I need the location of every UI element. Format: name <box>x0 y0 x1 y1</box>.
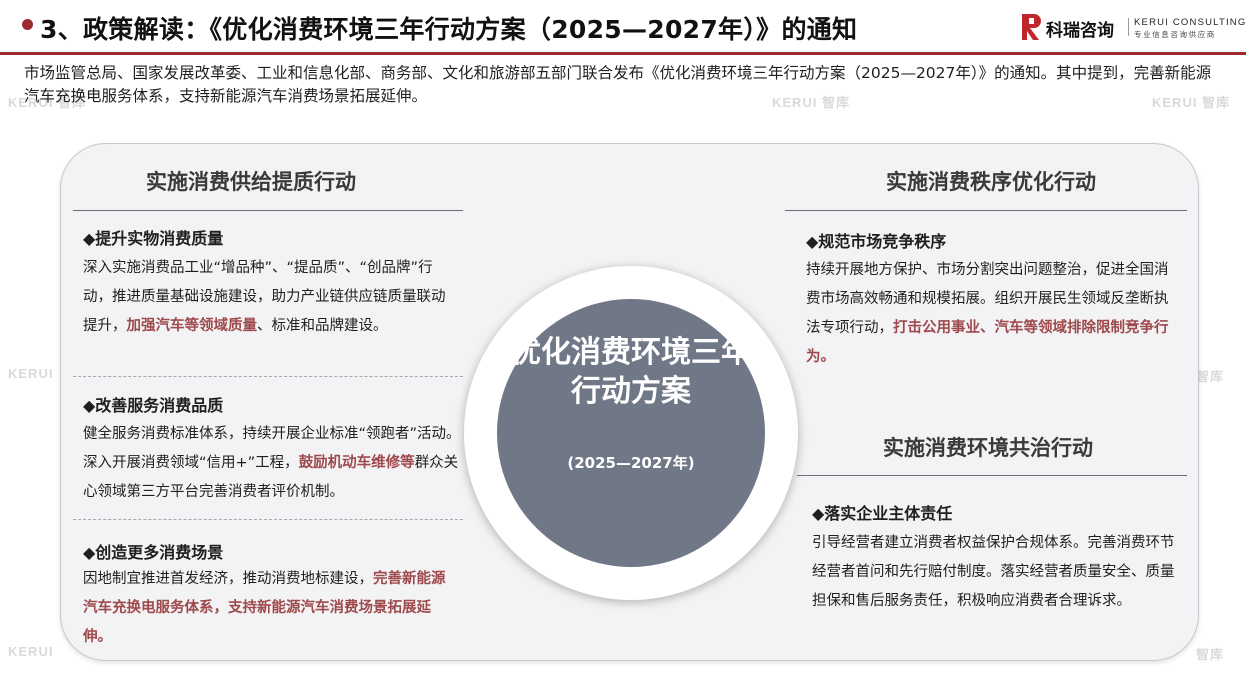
center-title: 优化消费环境三年行动方案 <box>511 335 751 409</box>
right-bottom-heading: 实施消费环境共治行动 <box>883 436 1093 460</box>
watermark: KERUI <box>8 366 54 381</box>
item-divider <box>73 376 463 377</box>
page-title: 3、政策解读：《优化消费环境三年行动方案（2025—2027年）》的通知 <box>40 15 858 44</box>
item-divider <box>73 519 463 520</box>
item-text: 因地制宜推进首发经济，推动消费地标建设，完善新能源汽车充换电服务体系，支持新能源… <box>83 571 446 645</box>
logo-english-name: KERUI CONSULTING <box>1134 17 1246 28</box>
watermark: 智库 <box>1196 369 1225 384</box>
right-top-heading: 实施消费秩序优化行动 <box>886 170 1096 194</box>
logo-tagline: 专业信息咨询供应商 <box>1134 30 1216 39</box>
title-bullet-icon <box>22 19 33 30</box>
item-text: 健全服务消费标准体系，持续开展企业标准“领跑者”活动。深入开展消费领域“信用+”… <box>83 426 461 500</box>
item-text: 引导经营者建立消费者权益保护合规体系。完善消费环节经营者首问和先行赔付制度。落实… <box>812 535 1175 609</box>
page-header: 3、政策解读：《优化消费环境三年行动方案（2025—2027年）》的通知 科瑞咨… <box>0 0 1246 56</box>
item-title: ◆创造更多消费场景 <box>83 543 224 562</box>
header-rule <box>0 52 1246 55</box>
item-title: ◆落实企业主体责任 <box>812 504 953 523</box>
logo-chinese-name: 科瑞咨询 <box>1046 21 1114 41</box>
item-text: 深入实施消费品工业“增品种”、“提品质”、“创品牌”行动，推进质量基础设施建设，… <box>83 260 446 334</box>
center-subtitle: (2025—2027年) <box>567 454 695 472</box>
item-title: ◆改善服务消费品质 <box>83 396 224 415</box>
logo-divider <box>1128 18 1129 36</box>
intro-paragraph: 市场监管总局、国家发展改革委、工业和信息化部、商务部、文化和旅游部五部门联合发布… <box>24 64 1212 105</box>
item-title: ◆提升实物消费质量 <box>83 229 224 248</box>
item-text: 持续开展地方保护、市场分割突出问题整治，促进全国消费市场高效畅通和规模拓展。组织… <box>806 262 1169 365</box>
right-bottom-heading-rule <box>797 475 1187 476</box>
right-top-heading-rule <box>785 210 1187 211</box>
watermark: KERUI <box>8 644 54 659</box>
left-heading-rule <box>73 210 463 211</box>
kerui-logo: 科瑞咨询 KERUI CONSULTING 专业信息咨询供应商 <box>1022 14 1245 44</box>
watermark: 智库 <box>1196 647 1225 662</box>
kerui-logo-icon <box>1022 14 1041 40</box>
left-column-heading: 实施消费供给提质行动 <box>146 170 356 194</box>
item-title: ◆规范市场竞争秩序 <box>806 232 947 251</box>
